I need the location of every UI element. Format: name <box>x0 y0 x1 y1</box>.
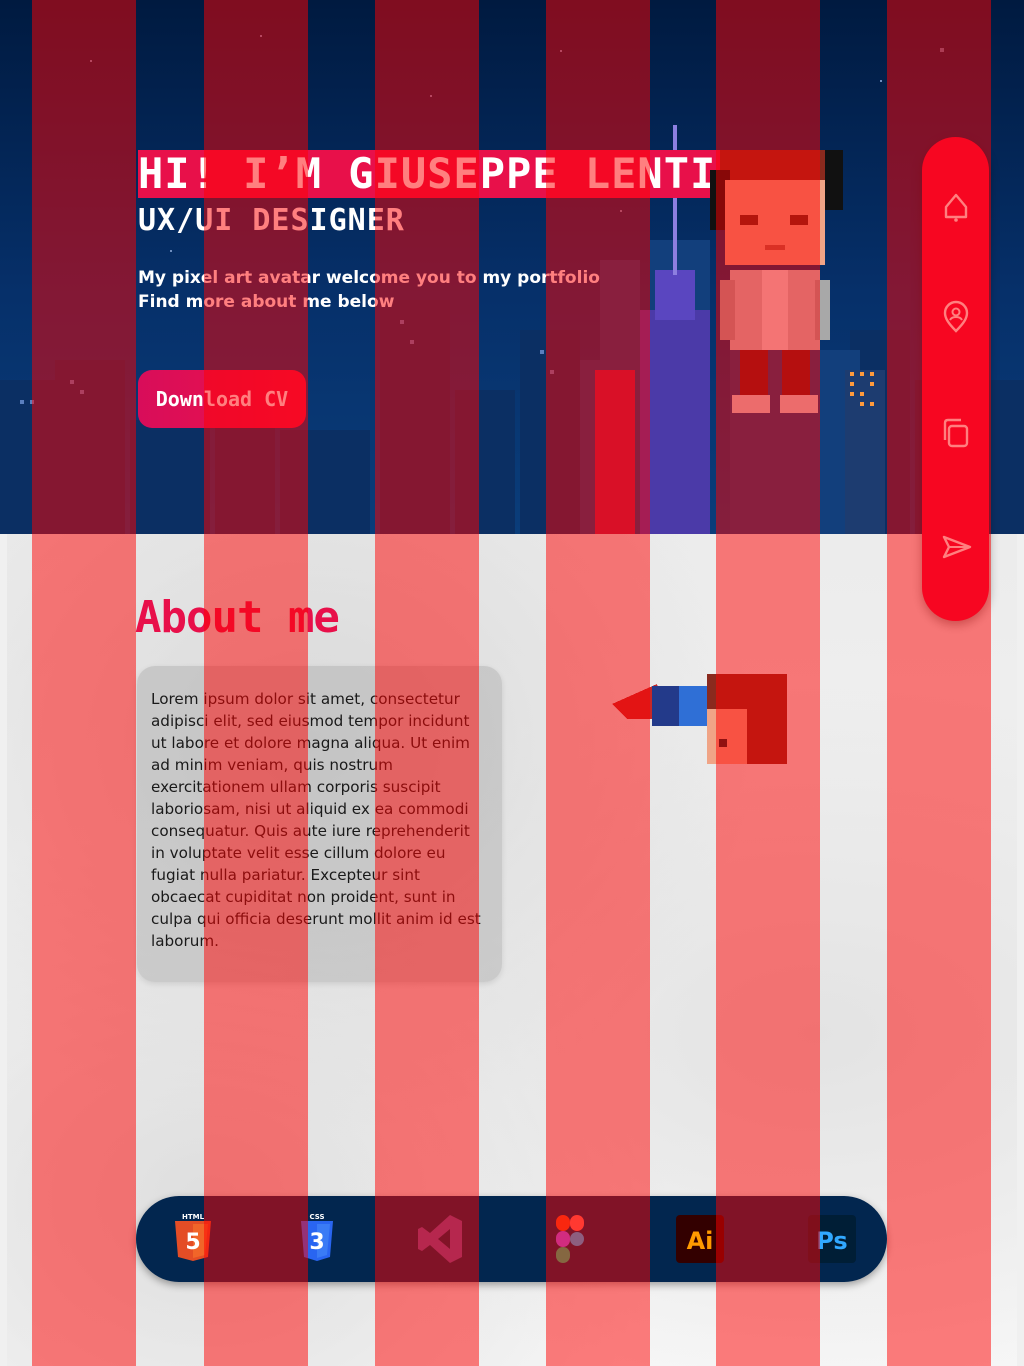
svg-text:Ps: Ps <box>816 1227 847 1255</box>
css3-icon: 3 CSS <box>301 1213 333 1261</box>
svg-text:Ai: Ai <box>687 1227 714 1255</box>
side-nav <box>922 137 989 621</box>
about-title: About me <box>135 592 340 643</box>
hero-title: HI! I’M GIUSEPPE LENTI <box>138 150 721 198</box>
skills-bar: 5 HTML 3 CSS Ai Ps <box>136 1196 887 1282</box>
pixel-avatar <box>710 150 843 413</box>
skill-css3: 3 CSS <box>287 1209 347 1269</box>
flying-avatar <box>612 674 787 764</box>
hero-intro-line-1: My pixel art avatar welcome you to my po… <box>138 268 600 288</box>
home-icon <box>944 193 967 222</box>
hero-section: HI! I’M GIUSEPPE LENTI UX/UI DESIGNER My… <box>0 0 1024 534</box>
about-card: Lorem ipsum dolor sit amet, consectetur … <box>137 666 502 982</box>
illustrator-icon: Ai <box>676 1215 724 1263</box>
hero-intro-line-2: Find more about me below <box>138 292 395 312</box>
photoshop-icon: Ps <box>808 1215 856 1263</box>
about-text: Lorem ipsum dolor sit amet, consectetur … <box>151 690 481 950</box>
send-icon <box>942 535 971 559</box>
svg-text:HTML: HTML <box>182 1213 205 1221</box>
skill-visual-studio <box>410 1209 470 1269</box>
skill-photoshop: Ps <box>802 1209 862 1269</box>
copy-icon <box>943 418 968 448</box>
pixel-cityscape <box>0 125 1024 534</box>
visual-studio-icon <box>418 1215 462 1263</box>
skill-illustrator: Ai <box>670 1209 730 1269</box>
nav-home-button[interactable] <box>922 175 989 235</box>
nav-contact-button[interactable] <box>922 517 989 577</box>
user-pin-icon <box>943 300 968 333</box>
svg-text:CSS: CSS <box>309 1213 324 1221</box>
nav-about-button[interactable] <box>922 287 989 347</box>
svg-text:3: 3 <box>309 1230 324 1255</box>
nav-projects-button[interactable] <box>922 403 989 463</box>
skill-html5: 5 HTML <box>163 1209 223 1269</box>
figma-icon <box>556 1215 584 1263</box>
svg-text:5: 5 <box>185 1230 200 1255</box>
html5-icon: 5 HTML <box>175 1213 211 1261</box>
skill-figma <box>540 1209 600 1269</box>
download-cv-button[interactable]: Download CV <box>138 370 306 428</box>
hero-role: UX/UI DESIGNER <box>138 203 405 238</box>
